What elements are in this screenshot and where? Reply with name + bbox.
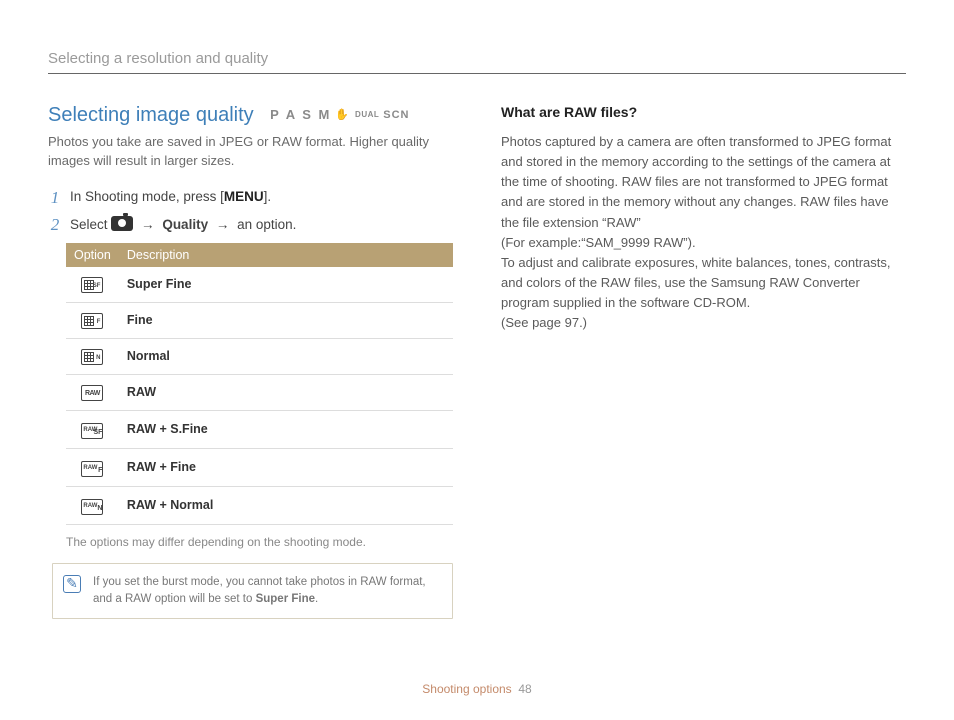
quality-icon-raw-n: RAW [81,499,103,515]
quality-icon-raw-sf: RAW [81,423,103,439]
quality-icon-sf: SF [81,277,103,293]
arrow-icon: → [141,217,155,232]
section-title: Selecting image quality [48,104,254,126]
desc-cell: RAW + S.Fine [119,410,453,448]
step2-pre: Select [70,217,111,232]
title-row: Selecting image quality P A S M ✋ DUAL SC… [48,104,453,127]
step-number-1: 1 [48,189,62,206]
desc-cell: Normal [119,338,453,374]
quality-icon-raw-f: RAW [81,461,103,477]
mode-pasm: P A S M [270,107,331,122]
desc-cell: Super Fine [119,267,453,303]
table-row: N Normal [66,338,453,374]
step-2: 2 Select → Quality → an option. [48,216,453,233]
arrow-icon: → [216,217,230,232]
quality-icon-f: F [81,313,103,329]
quality-icon-raw: RAW [81,385,103,401]
mode-scn: SCN [383,109,409,121]
step-number-2: 2 [48,216,62,233]
desc-cell: Fine [119,302,453,338]
table-row: F Fine [66,302,453,338]
step-1: 1 In Shooting mode, press [MENU]. [48,189,453,206]
raw-heading: What are RAW files? [501,104,906,120]
desc-cell: RAW + Fine [119,448,453,486]
footer-section: Shooting options [422,682,511,696]
footer-page: 48 [518,682,531,696]
table-row: RAW RAW + Normal [66,486,453,524]
step1-pre: In Shooting mode, press [ [70,189,224,204]
table-row: SF Super Fine [66,267,453,303]
note-post: . [315,593,318,605]
note-bold: Super Fine [256,593,315,605]
step1-post: ]. [264,189,272,204]
mode-icons: P A S M ✋ DUAL SCN [270,107,409,122]
note-box: ✎ If you set the burst mode, you cannot … [52,563,453,620]
table-row: RAW RAW + Fine [66,448,453,486]
page-header: Selecting a resolution and quality [48,50,906,74]
th-option: Option [66,243,119,267]
step2-post: an option. [233,217,296,232]
quality-icon-n: N [81,349,103,365]
mode-dual: DUAL [355,110,379,119]
camera-icon [111,216,133,231]
table-row: RAW RAW + S.Fine [66,410,453,448]
raw-body: Photos captured by a camera are often tr… [501,132,906,333]
table-footnote: The options may differ depending on the … [66,535,453,549]
menu-key: MENU [224,189,264,204]
intro-text: Photos you take are saved in JPEG or RAW… [48,133,453,171]
note-icon: ✎ [63,575,81,593]
table-row: RAW RAW [66,374,453,410]
desc-cell: RAW [119,374,453,410]
desc-cell: RAW + Normal [119,486,453,524]
hand-icon: ✋ [335,108,351,121]
step2-quality: Quality [162,217,208,232]
options-table: Option Description SF Super Fine F Fine … [66,243,453,525]
th-description: Description [119,243,453,267]
page-footer: Shooting options 48 [0,682,954,696]
